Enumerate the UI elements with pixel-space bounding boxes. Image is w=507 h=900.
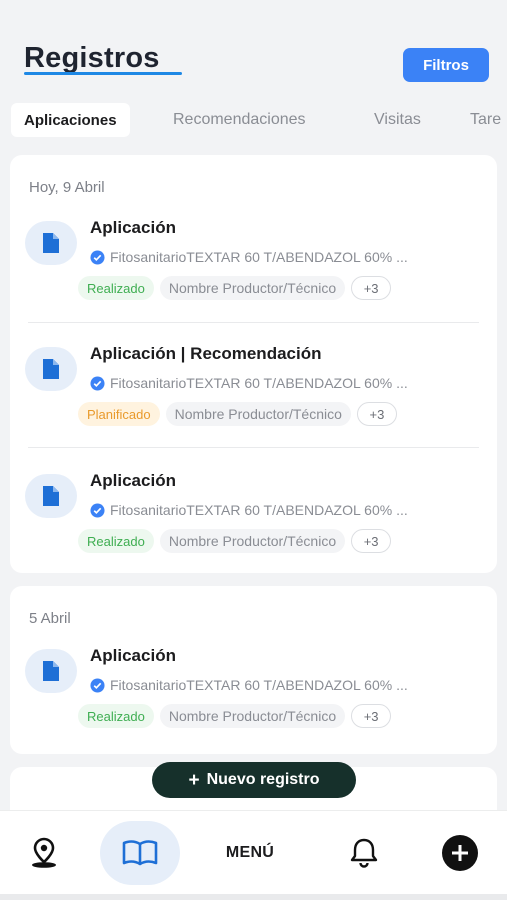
status-tag: Realizado [78,704,154,728]
record-title: Aplicación | Recomendación [90,344,322,363]
tab-tareas[interactable]: Tare [470,103,501,137]
status-tag: Realizado [78,529,154,553]
tab-bar: Aplicaciones Recomendaciones Visitas Tar… [0,100,507,140]
producer-tag: Nombre Productor/Técnico [165,402,351,426]
record-detail-text: FitosanitarioTEXTAR 60 T/ABENDAZOL 60% .… [110,677,408,693]
record-tags: Realizado Nombre Productor/Técnico +3 [78,529,392,553]
new-record-label: Nuevo registro [206,771,320,788]
record-item[interactable]: Aplicación FitosanitarioTEXTAR 60 T/ABEN… [10,645,497,755]
menu-label: MENÚ [225,844,275,861]
plus-circle-icon [442,835,478,871]
plus-icon: + [188,769,200,791]
more-tag[interactable]: +3 [351,704,392,728]
record-item[interactable]: Aplicación FitosanitarioTEXTAR 60 T/ABEN… [10,217,497,327]
producer-tag: Nombre Productor/Técnico [159,529,346,553]
more-tag[interactable]: +3 [356,402,397,426]
system-bar [0,894,507,900]
nav-add[interactable] [430,811,490,895]
record-detail-text: FitosanitarioTEXTAR 60 T/ABENDAZOL 60% .… [110,249,408,265]
map-pin-icon [32,837,56,868]
document-icon [25,474,77,518]
document-icon [25,221,77,265]
nav-records[interactable] [100,811,180,895]
group-date: Hoy, 9 Abril [29,179,105,196]
verified-check-icon [90,249,105,265]
divider [28,447,479,448]
record-detail-text: FitosanitarioTEXTAR 60 T/ABENDAZOL 60% .… [110,502,408,518]
more-tag[interactable]: +3 [351,529,392,553]
verified-check-icon [90,677,105,693]
record-detail: FitosanitarioTEXTAR 60 T/ABENDAZOL 60% .… [90,375,486,391]
record-detail: FitosanitarioTEXTAR 60 T/ABENDAZOL 60% .… [90,249,486,265]
status-tag: Planificado [78,402,160,426]
divider [28,322,479,323]
tab-aplicaciones[interactable]: Aplicaciones [11,103,130,137]
record-item[interactable]: Aplicación | Recomendación Fitosanitario… [10,343,497,453]
record-title: Aplicación [90,471,176,490]
record-tags: Realizado Nombre Productor/Técnico +3 [78,276,392,300]
record-title: Aplicación [90,646,176,665]
status-tag: Realizado [78,276,154,300]
header: Registros Filtros [0,0,507,100]
producer-tag: Nombre Productor/Técnico [159,276,346,300]
record-item[interactable]: Aplicación FitosanitarioTEXTAR 60 T/ABEN… [10,470,497,580]
book-icon [122,840,158,866]
record-tags: Realizado Nombre Productor/Técnico +3 [78,704,392,728]
producer-tag: Nombre Productor/Técnico [159,704,346,728]
record-title: Aplicación [90,218,176,237]
record-tags: Planificado Nombre Productor/Técnico +3 [78,402,397,426]
bell-icon [350,838,378,868]
filter-button[interactable]: Filtros [403,48,489,82]
tab-recomendaciones[interactable]: Recomendaciones [173,103,306,137]
document-icon [25,347,77,391]
title-underline [24,72,182,75]
page-title: Registros [24,42,160,74]
more-tag[interactable]: +3 [351,276,392,300]
nav-map[interactable] [14,811,74,895]
records-group-card: Hoy, 9 Abril Aplicación FitosanitarioTEX… [10,155,497,573]
new-record-button[interactable]: + Nuevo registro [152,762,356,798]
verified-check-icon [90,375,105,391]
nav-active-indicator [100,821,180,885]
record-detail: FitosanitarioTEXTAR 60 T/ABENDAZOL 60% .… [90,677,486,693]
nav-menu[interactable]: MENÚ [210,811,290,895]
records-group-card: 5 Abril Aplicación FitosanitarioTEXTAR 6… [10,586,497,754]
nav-notifications[interactable] [334,811,394,895]
tab-visitas[interactable]: Visitas [374,103,421,137]
group-date: 5 Abril [29,610,71,627]
record-detail-text: FitosanitarioTEXTAR 60 T/ABENDAZOL 60% .… [110,375,408,391]
document-icon [25,649,77,693]
bottom-nav: MENÚ [0,810,507,894]
record-detail: FitosanitarioTEXTAR 60 T/ABENDAZOL 60% .… [90,502,486,518]
verified-check-icon [90,502,105,518]
